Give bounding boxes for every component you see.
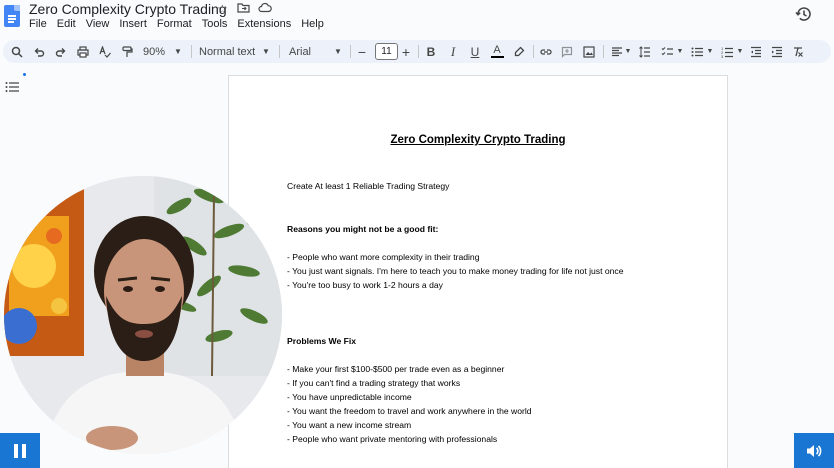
list-item: - You want a new income stream xyxy=(287,420,412,430)
text-color-icon[interactable]: A xyxy=(489,40,505,63)
list-item: - You just want signals. I'm here to tea… xyxy=(287,266,624,276)
list-item: - Make your first $100-$500 per trade ev… xyxy=(287,364,505,374)
numbered-dropdown-icon[interactable]: ▼ xyxy=(736,40,744,63)
increase-indent-icon[interactable] xyxy=(769,40,785,63)
section-title-problems: Problems We Fix xyxy=(287,336,357,346)
menu-help[interactable]: Help xyxy=(296,18,329,30)
list-item: - You want the freedom to travel and wor… xyxy=(287,406,532,416)
document-subtitle: Create At least 1 Reliable Trading Strat… xyxy=(287,181,450,191)
list-item: - People who want more complexity in the… xyxy=(287,252,480,262)
spellcheck-icon[interactable] xyxy=(97,40,113,63)
checklist-dropdown-icon[interactable]: ▼ xyxy=(676,40,684,63)
menu-extensions[interactable]: Extensions xyxy=(232,18,296,30)
insert-link-icon[interactable] xyxy=(538,40,554,63)
menu-tools[interactable]: Tools xyxy=(197,18,233,30)
highlight-color-icon[interactable] xyxy=(511,40,527,63)
volume-icon xyxy=(807,444,822,457)
status-dot xyxy=(23,73,26,76)
menu-bar: File Edit View Insert Format Tools Exten… xyxy=(29,18,329,30)
decrease-font-size-button[interactable]: − xyxy=(355,40,369,63)
redo-icon[interactable] xyxy=(53,40,69,63)
star-icon[interactable]: ☆ xyxy=(217,2,228,16)
style-select[interactable]: Normal text xyxy=(199,40,261,63)
numbered-list-icon[interactable]: 123 xyxy=(719,40,735,63)
document-title[interactable]: Zero Complexity Crypto Trading xyxy=(29,1,227,17)
document-page[interactable]: Zero Complexity Crypto Trading Create At… xyxy=(228,75,728,468)
print-icon[interactable] xyxy=(75,40,91,63)
add-comment-icon[interactable] xyxy=(559,40,575,63)
docs-logo-icon[interactable] xyxy=(4,5,20,27)
italic-icon[interactable]: I xyxy=(446,40,460,63)
search-menus-icon[interactable] xyxy=(9,40,25,63)
bold-icon[interactable]: B xyxy=(424,40,438,63)
formatting-toolbar: 90% ▼ Normal text ▼ Arial ▼ − 11 + B I U… xyxy=(3,40,831,63)
section-title-not-a-fit: Reasons you might not be a good fit: xyxy=(287,224,439,234)
volume-button[interactable] xyxy=(794,433,834,468)
pause-button[interactable] xyxy=(0,433,40,468)
clear-formatting-icon[interactable] xyxy=(790,40,806,63)
align-dropdown-icon[interactable]: ▼ xyxy=(624,40,632,63)
font-dropdown-icon[interactable]: ▼ xyxy=(333,40,343,63)
paint-format-icon[interactable] xyxy=(119,40,135,63)
menu-file[interactable]: File xyxy=(29,18,52,30)
pause-icon xyxy=(14,443,18,458)
bullet-dropdown-icon[interactable]: ▼ xyxy=(706,40,714,63)
align-left-icon[interactable] xyxy=(609,40,625,63)
bulleted-list-icon[interactable] xyxy=(689,40,705,63)
underline-icon[interactable]: U xyxy=(468,40,482,63)
document-outline-icon[interactable] xyxy=(5,80,19,92)
undo-icon[interactable] xyxy=(31,40,47,63)
insert-image-icon[interactable] xyxy=(581,40,597,63)
webcam-overlay xyxy=(4,176,282,454)
menu-view[interactable]: View xyxy=(81,18,115,30)
font-select[interactable]: Arial xyxy=(289,40,329,63)
menu-insert[interactable]: Insert xyxy=(114,18,152,30)
text-color-letter: A xyxy=(493,44,501,56)
svg-text:3: 3 xyxy=(721,54,724,58)
title-bar: Zero Complexity Crypto Trading ☆ File Ed… xyxy=(0,0,834,36)
checklist-icon[interactable] xyxy=(659,40,675,63)
move-folder-icon[interactable] xyxy=(237,2,250,16)
zoom-dropdown-icon[interactable]: ▼ xyxy=(173,40,183,63)
style-dropdown-icon[interactable]: ▼ xyxy=(261,40,271,63)
menu-edit[interactable]: Edit xyxy=(52,18,81,30)
cloud-status-icon[interactable] xyxy=(258,2,272,16)
font-size-input[interactable]: 11 xyxy=(375,43,398,60)
menu-format[interactable]: Format xyxy=(152,18,197,30)
document-heading: Zero Complexity Crypto Trading xyxy=(390,134,566,146)
list-item: - People who want private mentoring with… xyxy=(287,434,498,444)
decrease-indent-icon[interactable] xyxy=(748,40,764,63)
list-item: - You have unpredictable income xyxy=(287,392,412,402)
list-item: - If you can't find a trading strategy t… xyxy=(287,378,461,388)
zoom-select[interactable]: 90% xyxy=(139,40,169,63)
version-history-icon[interactable] xyxy=(795,5,813,23)
line-spacing-icon[interactable] xyxy=(637,40,653,63)
increase-font-size-button[interactable]: + xyxy=(399,40,413,63)
list-item: - You're too busy to work 1-2 hours a da… xyxy=(287,280,443,290)
